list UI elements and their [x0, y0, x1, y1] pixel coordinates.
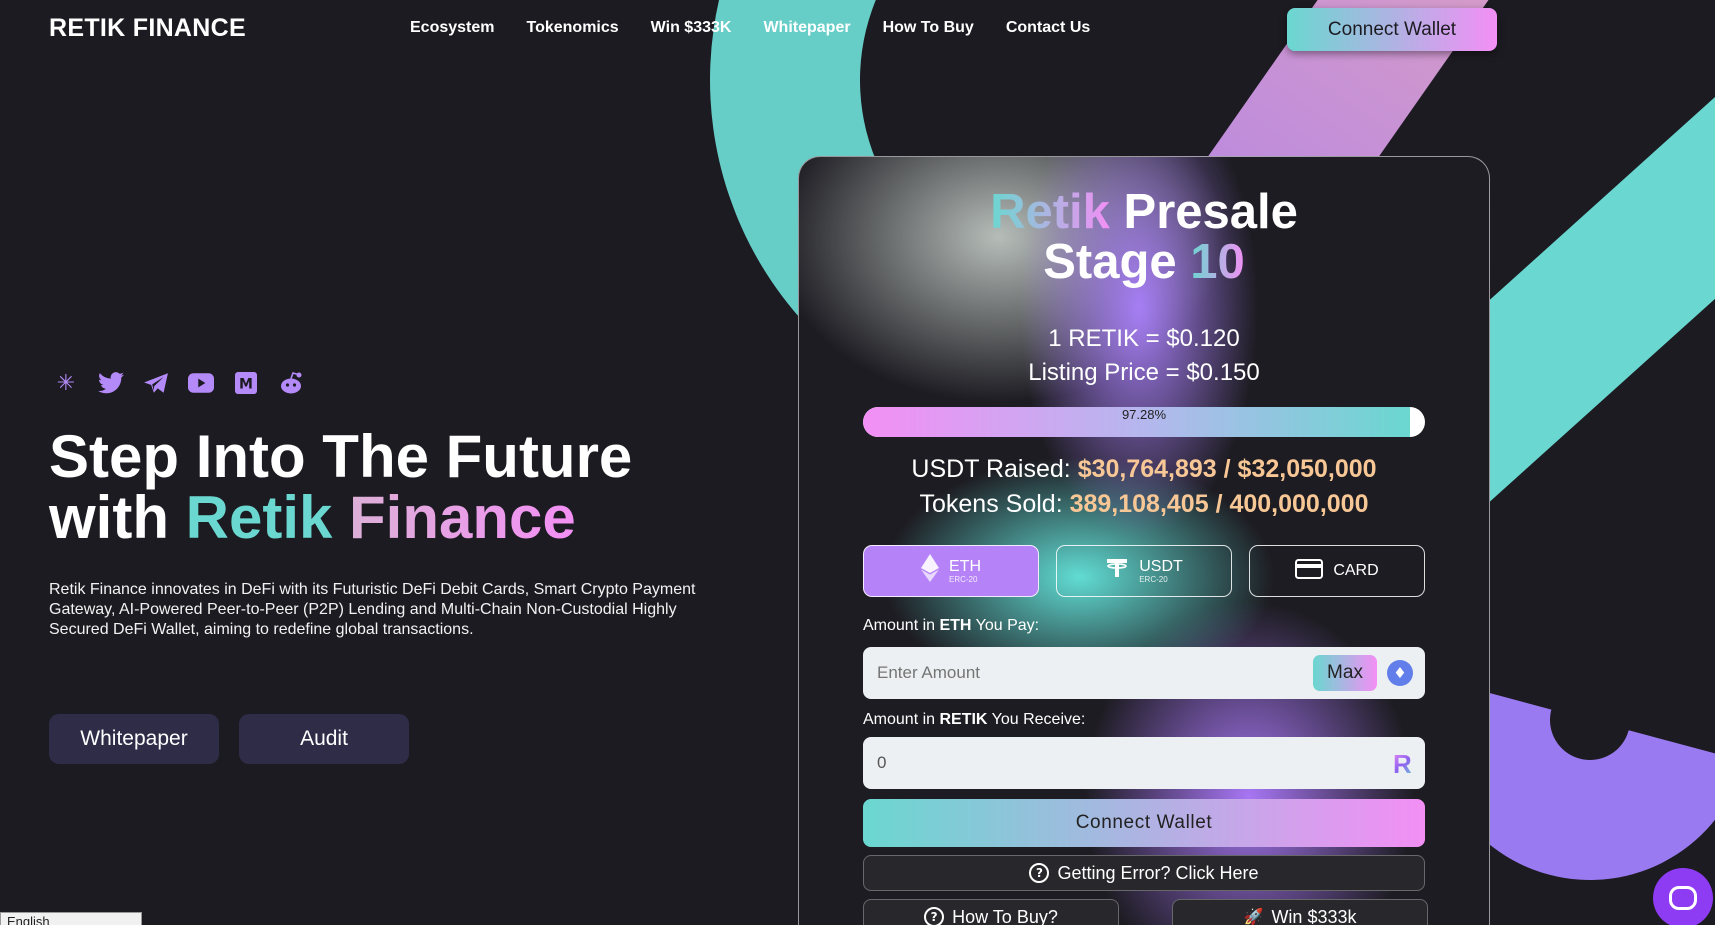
tokens-sold-label: Tokens Sold:: [919, 490, 1063, 518]
receive-label-prefix: Amount in: [863, 711, 940, 728]
nav-win[interactable]: Win $333K: [651, 19, 732, 37]
main-nav: Ecosystem Tokenomics Win $333K Whitepape…: [410, 19, 1090, 37]
reddit-icon[interactable]: [276, 368, 306, 398]
help-circle-icon: ?: [1029, 863, 1050, 883]
twitter-icon[interactable]: [96, 368, 126, 398]
usdt-raised-label: USDT Raised:: [911, 455, 1071, 483]
social-links: ✳ M: [51, 368, 306, 398]
currency-usdt-label: USDT: [1139, 557, 1183, 575]
hero-title-retik: Retik: [185, 484, 333, 551]
currency-selector: ETH ERC-20 USDT ERC-20 CARD: [863, 545, 1425, 597]
hero-title: Step Into The Future with Retik Finance: [49, 426, 749, 548]
site-header: RETIK FINANCE Ecosystem Tokenomics Win $…: [0, 0, 1715, 60]
tokens-sold: Tokens Sold: 389,108,405 / 400,000,000: [799, 490, 1489, 519]
nav-how-to-buy[interactable]: How To Buy: [883, 19, 974, 37]
getting-error-button[interactable]: ? Getting Error? Click Here: [863, 855, 1425, 891]
hero-title-line2: with Retik Finance: [49, 487, 749, 548]
whitepaper-button[interactable]: Whitepaper: [49, 714, 219, 764]
presale-progress-label: 97.28%: [1121, 407, 1167, 422]
currency-card-label: CARD: [1333, 562, 1379, 579]
nav-tokenomics[interactable]: Tokenomics: [527, 19, 619, 37]
win-button[interactable]: 🚀 Win $333k: [1172, 899, 1428, 925]
nav-whitepaper[interactable]: Whitepaper: [763, 19, 850, 37]
pay-amount-input[interactable]: [877, 647, 1297, 699]
hero-title-finance: Finance: [349, 484, 576, 551]
nav-contact-us[interactable]: Contact Us: [1006, 19, 1090, 37]
pay-label-suffix: You Pay:: [971, 617, 1040, 634]
help-circle-icon: ?: [924, 907, 945, 925]
presale-connect-wallet-button[interactable]: Connect Wallet: [863, 799, 1425, 847]
youtube-icon[interactable]: [186, 368, 216, 398]
getting-error-label: Getting Error? Click Here: [1057, 862, 1259, 883]
tokens-sold-value: 389,108,405 / 400,000,000: [1069, 490, 1369, 518]
linktree-icon[interactable]: ✳: [51, 368, 81, 398]
chat-bubble-icon: [1669, 886, 1697, 910]
retik-logo-icon: R: [1393, 749, 1412, 779]
presale-title-retik: Retik: [990, 185, 1110, 239]
how-to-buy-button[interactable]: ? How To Buy?: [863, 899, 1119, 925]
medium-icon[interactable]: M: [231, 368, 261, 398]
currency-eth-button[interactable]: ETH ERC-20: [863, 545, 1039, 597]
pay-amount-field: Max ♦: [863, 647, 1425, 699]
nav-ecosystem[interactable]: Ecosystem: [410, 19, 495, 37]
usdt-raised: USDT Raised: $30,764,893 / $32,050,000: [799, 455, 1489, 484]
hero-title-line1: Step Into The Future: [49, 423, 633, 490]
header-connect-wallet-button[interactable]: Connect Wallet: [1287, 8, 1497, 51]
how-to-buy-label: How To Buy?: [952, 906, 1058, 925]
audit-button[interactable]: Audit: [239, 714, 409, 764]
receive-amount-label: Amount in RETIK You Receive:: [863, 711, 1085, 729]
max-button[interactable]: Max: [1313, 655, 1377, 691]
chat-support-button[interactable]: [1653, 868, 1713, 925]
pay-label-prefix: Amount in: [863, 617, 940, 634]
presale-progress-bar: 97.28%: [863, 407, 1425, 437]
currency-eth-sub: ERC-20: [949, 574, 978, 584]
currency-usdt-sub: ERC-20: [1139, 574, 1168, 584]
presale-title-presale: Presale: [1123, 185, 1298, 239]
tether-icon: [1105, 556, 1129, 586]
presale-card: Retik Presale Stage 10 1 RETIK = $0.120 …: [798, 156, 1490, 925]
site-logo[interactable]: RETIK FINANCE: [49, 14, 246, 43]
ethereum-icon: ♦: [1387, 660, 1413, 686]
pay-amount-label: Amount in ETH You Pay:: [863, 617, 1039, 635]
ethereum-icon: [921, 554, 939, 588]
token-price: 1 RETIK = $0.120: [1048, 325, 1240, 352]
presale-stage-number: 10: [1190, 235, 1245, 289]
credit-card-icon: [1295, 557, 1324, 585]
hero-title-with: with: [49, 484, 186, 551]
usdt-raised-value: $30,764,893 / $32,050,000: [1077, 455, 1377, 483]
svg-text:M: M: [239, 377, 253, 393]
rocket-icon: 🚀: [1243, 909, 1264, 925]
currency-eth-label: ETH: [949, 557, 981, 575]
pay-label-token: ETH: [939, 617, 972, 634]
receive-label-suffix: You Receive:: [987, 711, 1086, 728]
language-selector[interactable]: English: [0, 912, 142, 925]
presale-title-stage: Stage: [1043, 235, 1177, 289]
telegram-icon[interactable]: [141, 368, 171, 398]
currency-card-button[interactable]: CARD: [1249, 545, 1425, 597]
currency-usdt-button[interactable]: USDT ERC-20: [1056, 545, 1232, 597]
presale-title: Retik Presale Stage 10: [799, 187, 1489, 287]
receive-amount-input[interactable]: [877, 737, 1297, 789]
receive-amount-field: R: [863, 737, 1425, 789]
win-label: Win $333k: [1271, 906, 1357, 925]
listing-price: Listing Price = $0.150: [1028, 359, 1260, 386]
hero-description: Retik Finance innovates in DeFi with its…: [49, 581, 696, 638]
receive-label-token: RETIK: [939, 711, 988, 728]
